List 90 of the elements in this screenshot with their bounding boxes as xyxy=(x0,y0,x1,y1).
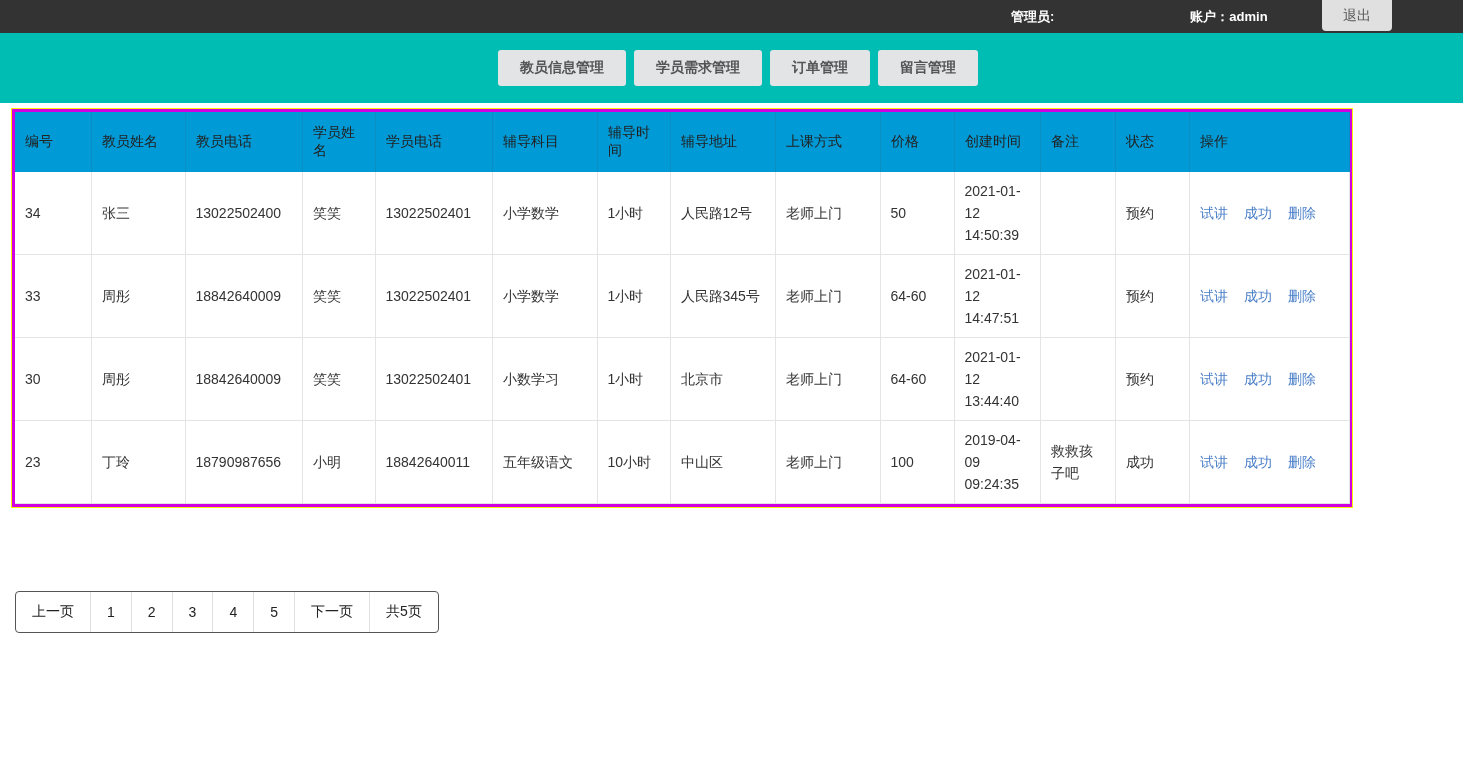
column-header: 辅导科目 xyxy=(492,112,597,172)
action-link[interactable]: 试讲 xyxy=(1199,451,1228,473)
page-link[interactable]: 5 xyxy=(254,592,295,632)
table-cell: 18790987656 xyxy=(185,420,302,504)
action-link[interactable]: 成功 xyxy=(1243,202,1272,224)
table-cell: 50 xyxy=(880,172,954,255)
table-cell: 33 xyxy=(15,254,91,338)
table-cell: 小学数学 xyxy=(492,254,597,338)
action-link[interactable]: 试讲 xyxy=(1199,368,1228,390)
table-cell: 小学数学 xyxy=(492,172,597,255)
table-cell: 老师上门 xyxy=(775,337,880,421)
table-cell: 2021-01-12 13:44:40 xyxy=(954,337,1040,421)
table-cell: 64-60 xyxy=(880,337,954,421)
table-cell: 2019-04-09 09:24:35 xyxy=(954,420,1040,504)
table-cell: 预约 xyxy=(1115,337,1189,421)
column-header: 上课方式 xyxy=(775,112,880,172)
table-cell: 2021-01-12 14:47:51 xyxy=(954,254,1040,338)
table-cell: 救救孩子吧 xyxy=(1040,420,1115,504)
table-cell: 笑笑 xyxy=(302,172,375,255)
table-cell: 2021-01-12 14:50:39 xyxy=(954,172,1040,255)
nav-button[interactable]: 教员信息管理 xyxy=(497,50,626,86)
column-header: 状态 xyxy=(1115,112,1189,172)
column-header: 价格 xyxy=(880,112,954,172)
page-link[interactable]: 2 xyxy=(131,592,173,632)
table-cell: 小数学习 xyxy=(492,337,597,421)
table-cell: 13022502401 xyxy=(375,337,492,421)
table-cell: 人民路12号 xyxy=(670,172,775,255)
action-link[interactable]: 成功 xyxy=(1243,368,1272,390)
table-cell: 小明 xyxy=(302,420,375,504)
table-cell: 北京市 xyxy=(670,337,775,421)
table-cell: 64-60 xyxy=(880,254,954,338)
table-cell: 预约 xyxy=(1115,172,1189,255)
table-cell: 中山区 xyxy=(670,420,775,504)
table-cell: 1小时 xyxy=(597,254,670,338)
table-cell: 笑笑 xyxy=(302,254,375,338)
action-link[interactable]: 删除 xyxy=(1287,202,1316,224)
action-link[interactable]: 删除 xyxy=(1287,285,1316,307)
action-link[interactable]: 成功 xyxy=(1243,285,1272,307)
page-link[interactable]: 上一页 xyxy=(16,592,91,632)
nav-button[interactable]: 订单管理 xyxy=(769,50,870,86)
table-cell: 18842640009 xyxy=(185,337,302,421)
table-cell: 老师上门 xyxy=(775,172,880,255)
page-link[interactable]: 3 xyxy=(172,592,214,632)
table-cell: 13022502401 xyxy=(375,254,492,338)
table-cell: 18842640011 xyxy=(375,420,492,504)
column-header: 教员姓名 xyxy=(91,112,185,172)
column-header: 编号 xyxy=(15,112,91,172)
table-cell: 五年级语文 xyxy=(492,420,597,504)
action-link[interactable]: 删除 xyxy=(1287,368,1316,390)
table-cell: 1小时 xyxy=(597,337,670,421)
page-link[interactable]: 4 xyxy=(213,592,255,632)
column-header: 教员电话 xyxy=(185,112,302,172)
table-cell: 周彤 xyxy=(91,254,185,338)
table-cell: 13022502400 xyxy=(185,172,302,255)
action-link[interactable]: 成功 xyxy=(1243,451,1272,473)
admin-label: 管理员: xyxy=(1011,7,1055,26)
page-link[interactable]: 下一页 xyxy=(295,592,370,632)
table-cell: 周彤 xyxy=(91,337,185,421)
table-cell: 张三 xyxy=(91,172,185,255)
nav-button[interactable]: 学员需求管理 xyxy=(633,50,762,86)
account-label: 账户：admin xyxy=(1190,7,1268,26)
action-link[interactable]: 试讲 xyxy=(1199,285,1228,307)
column-header: 备注 xyxy=(1040,112,1115,172)
table-cell: 34 xyxy=(15,172,91,255)
table-cell: 10小时 xyxy=(597,420,670,504)
column-header: 操作 xyxy=(1189,112,1349,172)
column-header: 学员电话 xyxy=(375,112,492,172)
table-cell: 人民路345号 xyxy=(670,254,775,338)
table-cell: 预约 xyxy=(1115,254,1189,338)
table-cell: 成功 xyxy=(1115,420,1189,504)
table-cell: 13022502401 xyxy=(375,172,492,255)
table-cell: 100 xyxy=(880,420,954,504)
nav-button[interactable]: 留言管理 xyxy=(877,50,978,86)
action-link[interactable]: 试讲 xyxy=(1199,202,1228,224)
column-header: 辅导地址 xyxy=(670,112,775,172)
table-cell: 18842640009 xyxy=(185,254,302,338)
page-link[interactable]: 共5页 xyxy=(370,592,438,632)
table-cell: 老师上门 xyxy=(775,420,880,504)
table-cell: 丁玲 xyxy=(91,420,185,504)
page-link[interactable]: 1 xyxy=(91,592,132,632)
action-link[interactable]: 删除 xyxy=(1287,451,1316,473)
table-cell: 笑笑 xyxy=(302,337,375,421)
table-cell: 23 xyxy=(15,420,91,504)
logout-button[interactable]: 退出 xyxy=(1321,0,1392,31)
table-cell: 1小时 xyxy=(597,172,670,255)
column-header: 学员姓名 xyxy=(302,112,375,172)
column-header: 辅导时间 xyxy=(597,112,670,172)
table-cell: 30 xyxy=(15,337,91,421)
column-header: 创建时间 xyxy=(954,112,1040,172)
table-cell: 老师上门 xyxy=(775,254,880,338)
